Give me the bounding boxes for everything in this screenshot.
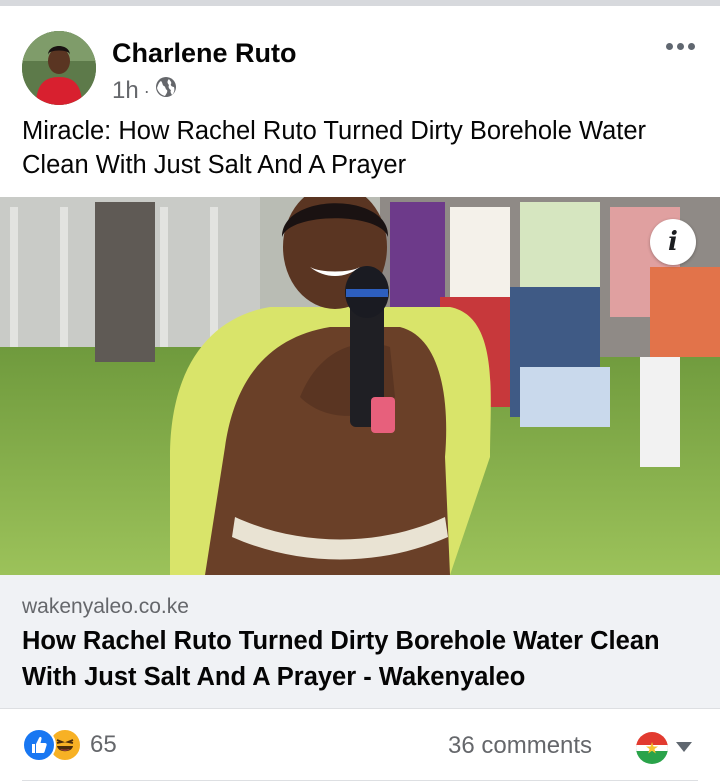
more-options-button[interactable] [660, 34, 700, 58]
post-meta: 1h · [112, 76, 177, 105]
author-name[interactable]: Charlene Ruto [112, 38, 297, 69]
post-time[interactable]: 1h [112, 77, 139, 105]
link-domain: wakenyaleo.co.ke [22, 595, 189, 618]
viewer-avatar[interactable] [636, 732, 668, 764]
more-dot-icon [687, 42, 695, 50]
audience-dropdown-caret-icon[interactable] [676, 742, 692, 752]
more-dot-icon [676, 42, 684, 50]
meta-separator: · [143, 80, 150, 101]
ad-info-button[interactable]: i [650, 219, 696, 265]
link-preview-card[interactable]: wakenyaleo.co.ke How Rachel Ruto Turned … [0, 575, 720, 709]
author-avatar[interactable] [22, 31, 96, 105]
post-footer: 65 36 comments [0, 708, 720, 784]
comments-count[interactable]: 36 comments [448, 732, 592, 760]
like-reaction-icon [22, 728, 56, 762]
footer-divider [22, 780, 698, 781]
post-caption: Miracle: How Rachel Ruto Turned Dirty Bo… [22, 117, 647, 179]
reactions-summary[interactable]: 65 [22, 728, 117, 762]
link-title: How Rachel Ruto Turned Dirty Borehole Wa… [22, 627, 660, 691]
more-dot-icon [665, 42, 673, 50]
post-header: Charlene Ruto 1h · [0, 6, 720, 116]
reaction-count: 65 [90, 731, 117, 758]
link-preview-image[interactable] [0, 197, 720, 575]
globe-icon [155, 76, 177, 105]
